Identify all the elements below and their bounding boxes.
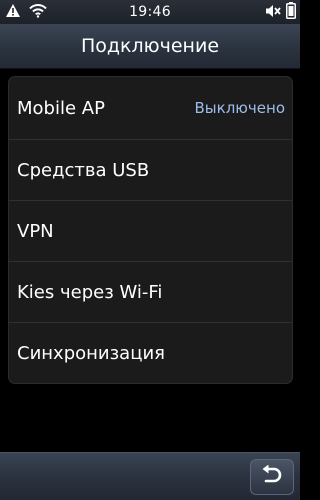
list-item-label: VPN [17,220,54,242]
page-title: Подключение [80,35,220,57]
bottom-bar [0,452,300,500]
list-item-usb-tools[interactable]: Средства USB [9,139,292,200]
status-bar-right [265,1,296,23]
title-bar: Подключение [0,24,300,69]
list-item-label: Средства USB [17,159,150,181]
list-item-sync[interactable]: Синхронизация [9,322,292,383]
list-item-mobile-ap[interactable]: Mobile AP Выключено [9,77,292,139]
settings-list: Mobile AP Выключено Средства USB VPN Kie… [8,76,293,384]
status-time: 19:46 [129,4,171,20]
back-button[interactable] [250,459,294,495]
status-bar: 19:46 [0,0,300,24]
screen: 19:46 Подключение Mobile AP Выключено Ср… [0,0,300,500]
list-item-vpn[interactable]: VPN [9,200,292,261]
battery-icon [286,1,296,23]
back-arrow-icon [261,464,283,489]
list-item-kies-wifi[interactable]: Kies через Wi-Fi [9,261,292,322]
list-item-label: Mobile AP [17,97,105,119]
status-value: Выключено [194,99,285,117]
mute-icon [265,3,281,22]
list-item-label: Синхронизация [17,342,165,364]
list-item-label: Kies через Wi-Fi [17,281,163,303]
